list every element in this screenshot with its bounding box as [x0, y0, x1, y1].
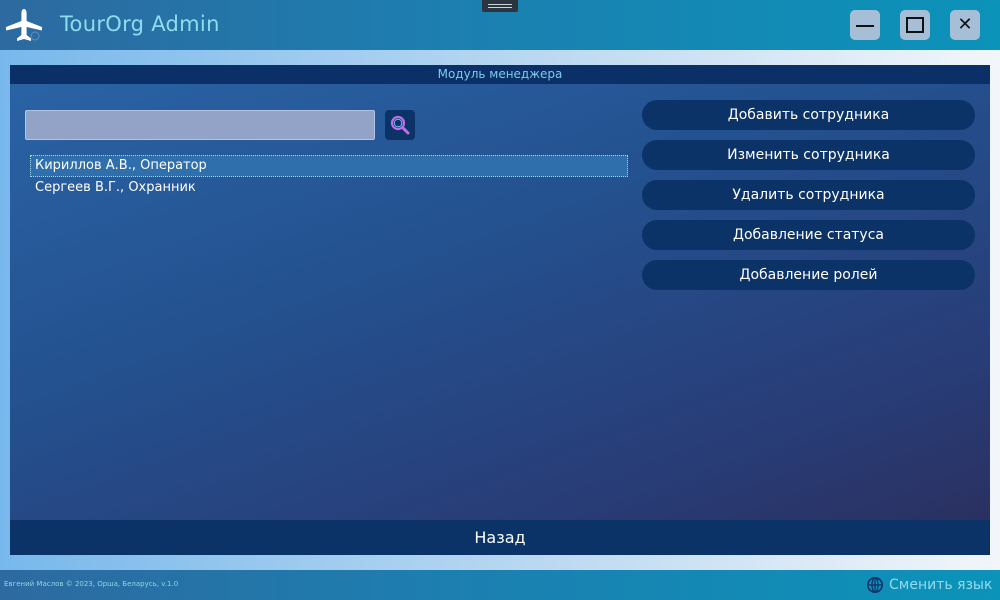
- app-title: TourOrg Admin: [60, 12, 220, 36]
- drag-handle[interactable]: [482, 0, 518, 12]
- action-buttons: Добавить сотрудника Изменить сотрудника …: [642, 100, 975, 300]
- maximize-button[interactable]: [900, 10, 930, 40]
- add-employee-button[interactable]: Добавить сотрудника: [642, 100, 975, 130]
- minimize-icon: [856, 25, 874, 27]
- globe-icon: [867, 577, 883, 593]
- title-bar: TourOrg Admin ✕: [0, 0, 1000, 50]
- close-icon: ✕: [957, 14, 973, 35]
- maximize-icon: [906, 17, 924, 33]
- search-button[interactable]: [385, 110, 415, 140]
- search-input[interactable]: [25, 110, 375, 140]
- manager-module-panel: Модуль менеджера Кириллов А.В., Оператор…: [10, 65, 990, 555]
- airplane-icon: [6, 9, 42, 41]
- employee-list-item[interactable]: Кириллов А.В., Оператор: [30, 155, 628, 177]
- change-language-button[interactable]: Сменить язык: [866, 575, 992, 595]
- content-frame: Модуль менеджера Кириллов А.В., Оператор…: [0, 50, 1000, 570]
- search-icon: [390, 115, 410, 135]
- edit-employee-button[interactable]: Изменить сотрудника: [642, 140, 975, 170]
- delete-employee-button[interactable]: Удалить сотрудника: [642, 180, 975, 210]
- copyright-text: Евгений Маслов © 2023, Орша, Беларусь, v…: [4, 580, 179, 588]
- employee-list-item[interactable]: Сергеев В.Г., Охранник: [30, 177, 628, 199]
- module-header: Модуль менеджера: [10, 65, 990, 84]
- employee-list[interactable]: Кириллов А.В., Оператор Сергеев В.Г., Ох…: [30, 155, 628, 199]
- change-language-label: Сменить язык: [889, 577, 993, 593]
- close-button[interactable]: ✕: [950, 10, 980, 40]
- back-button[interactable]: Назад: [10, 520, 990, 555]
- status-bar: Евгений Маслов © 2023, Орша, Беларусь, v…: [0, 570, 1000, 600]
- minimize-button[interactable]: [850, 10, 880, 40]
- add-roles-button[interactable]: Добавление ролей: [642, 260, 975, 290]
- add-status-button[interactable]: Добавление статуса: [642, 220, 975, 250]
